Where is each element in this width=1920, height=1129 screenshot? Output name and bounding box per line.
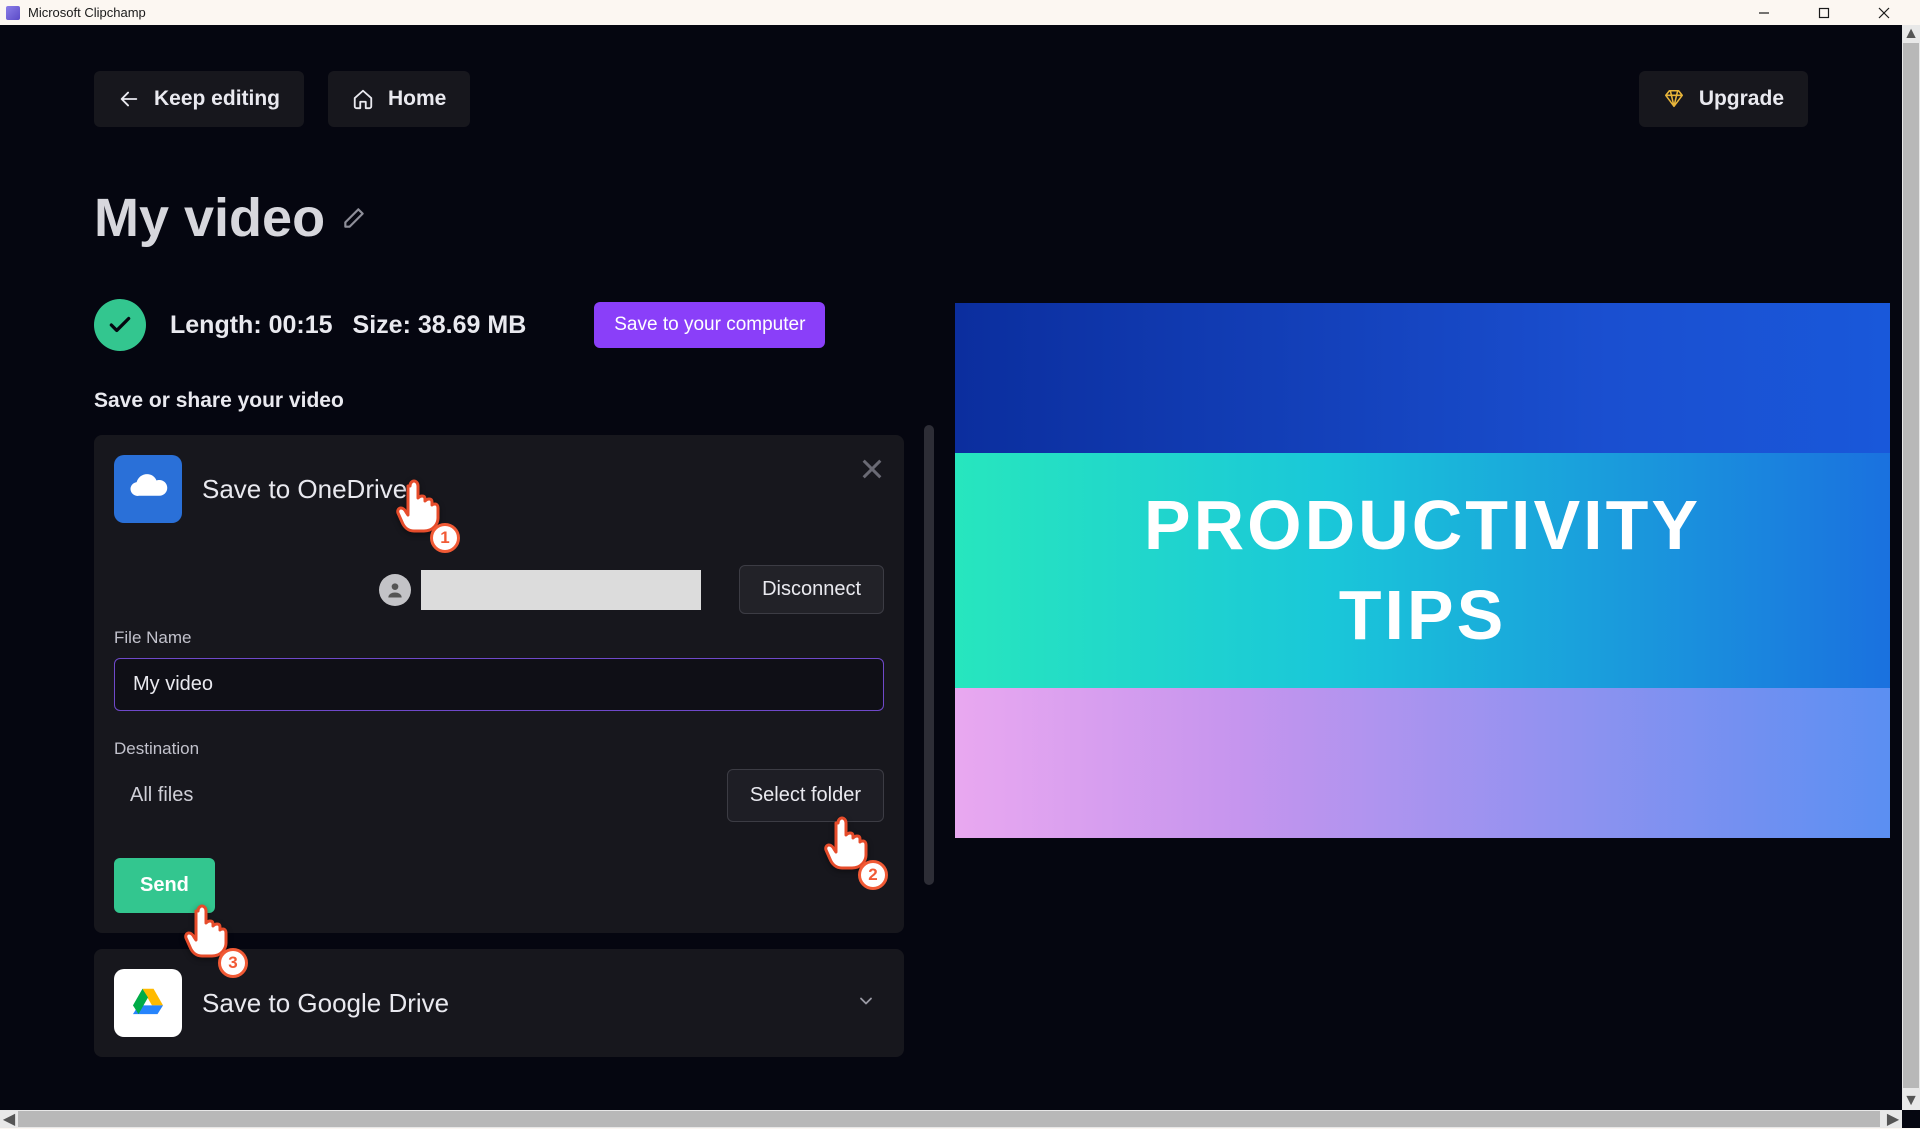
upgrade-label: Upgrade	[1699, 87, 1784, 111]
account-avatar-icon	[379, 574, 411, 606]
file-name-label: File Name	[114, 628, 884, 648]
video-info: Length: 00:15 Size: 38.69 MB	[170, 311, 526, 340]
keep-editing-label: Keep editing	[154, 87, 280, 111]
edit-title-icon[interactable]	[341, 205, 367, 231]
home-icon	[352, 88, 374, 110]
window-minimize-button[interactable]	[1734, 0, 1794, 25]
file-name-input[interactable]	[114, 658, 884, 711]
account-email-redacted	[421, 570, 701, 610]
send-button[interactable]: Send	[114, 858, 215, 913]
disconnect-button[interactable]: Disconnect	[739, 565, 884, 614]
onedrive-icon	[114, 455, 182, 523]
google-drive-icon	[114, 969, 182, 1037]
onedrive-panel: Save to OneDrive Disconnect File Name De…	[94, 435, 904, 933]
success-check-icon	[94, 299, 146, 351]
diamond-icon	[1663, 88, 1685, 110]
upgrade-button[interactable]: Upgrade	[1639, 71, 1808, 127]
window-close-button[interactable]	[1854, 0, 1914, 25]
app-body: Keep editing Home Upgrade My video Lengt…	[0, 25, 1920, 1128]
panel-close-icon[interactable]	[862, 459, 882, 479]
panel-scrollbar[interactable]	[924, 425, 934, 885]
app-logo-icon	[6, 6, 20, 20]
home-button[interactable]: Home	[328, 71, 470, 127]
vertical-scrollbar[interactable]: ▲ ▼	[1902, 25, 1920, 1110]
video-title: My video	[94, 187, 325, 249]
video-preview: PRODUCTIVITY TIPS	[955, 303, 1890, 838]
window-maximize-button[interactable]	[1794, 0, 1854, 25]
googledrive-title: Save to Google Drive	[202, 988, 449, 1019]
googledrive-panel[interactable]: Save to Google Drive	[94, 949, 904, 1057]
select-folder-button[interactable]: Select folder	[727, 769, 884, 822]
window-titlebar: Microsoft Clipchamp	[0, 0, 1920, 25]
preview-text-line2: TIPS	[1339, 575, 1507, 655]
app-title: Microsoft Clipchamp	[28, 5, 146, 20]
preview-text-line1: PRODUCTIVITY	[1144, 485, 1701, 565]
destination-value: All files	[114, 784, 193, 807]
horizontal-scrollbar[interactable]: ◀ ▶	[0, 1110, 1902, 1128]
home-label: Home	[388, 87, 446, 111]
destination-label: Destination	[114, 739, 884, 759]
chevron-down-icon	[858, 993, 874, 1014]
save-to-computer-button[interactable]: Save to your computer	[594, 302, 825, 348]
keep-editing-button[interactable]: Keep editing	[94, 71, 304, 127]
arrow-left-icon	[118, 88, 140, 110]
onedrive-title: Save to OneDrive	[202, 474, 407, 505]
